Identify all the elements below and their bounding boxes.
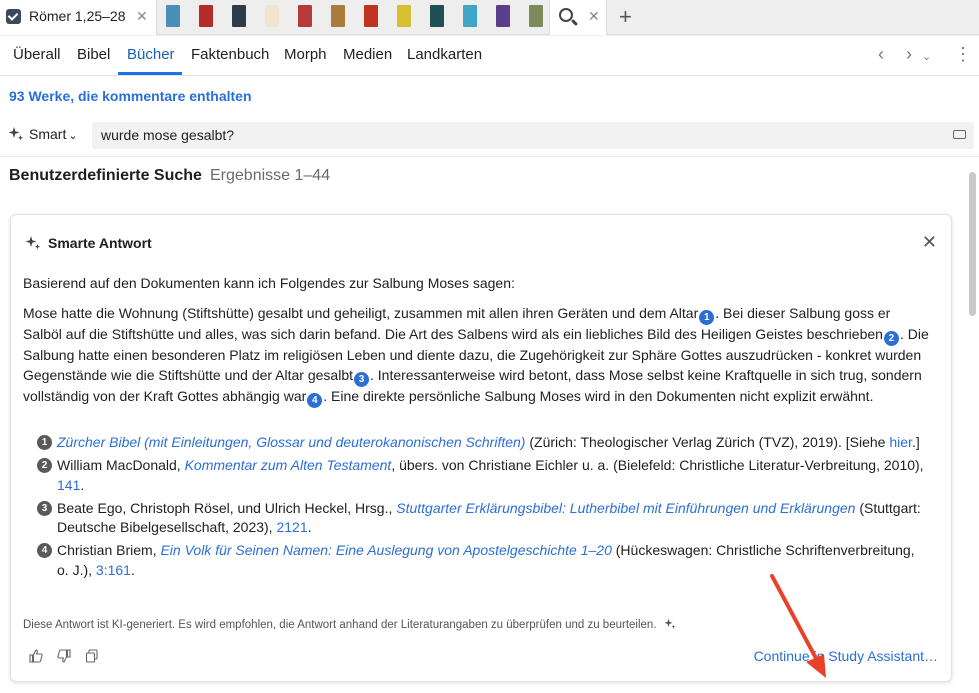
reference-tail: .] xyxy=(911,434,920,450)
results-range: Ergebnisse 1–44 xyxy=(210,167,331,184)
book-tab-icon[interactable] xyxy=(331,5,345,27)
active-tab-indicator xyxy=(118,72,182,75)
reference-title-link[interactable]: Stuttgarter Erklärungsbibel: Lutherbibel… xyxy=(396,500,855,516)
answer-segment: . Eine direkte persönliche Salbung Moses… xyxy=(323,387,874,404)
chevron-down-icon[interactable]: ⌄ xyxy=(922,50,931,63)
citation-badge[interactable]: 1 xyxy=(699,310,715,325)
tab-ueberall[interactable]: Überall xyxy=(13,46,61,63)
chevron-down-icon: ⌄ xyxy=(68,130,78,142)
smart-mode-label: Smart xyxy=(29,126,67,142)
thumbs-down-icon[interactable] xyxy=(57,649,71,663)
book-tab-icon[interactable] xyxy=(529,5,543,27)
works-filter-link[interactable]: 93 Werke, die kommentare enthalten xyxy=(9,88,252,104)
reference-authors: Beate Ego, Christoph Rösel, und Ulrich H… xyxy=(57,499,397,516)
book-tab-icon[interactable] xyxy=(496,5,510,27)
tab-landkarten[interactable]: Landkarten xyxy=(407,46,482,63)
citation-badge[interactable]: 2 xyxy=(883,331,899,346)
book-tab-icon[interactable] xyxy=(166,5,180,27)
smart-answer-heading: Smarte Antwort xyxy=(25,235,152,251)
forward-icon[interactable]: › xyxy=(906,44,912,65)
reference-page-link[interactable]: 2121 xyxy=(276,519,307,535)
reference-details: , übers. von Christiane Eichler u. a. (B… xyxy=(391,457,924,473)
answer-intro: Basierend auf den Dokumenten kann ich Fo… xyxy=(23,275,515,291)
answer-segment: Mose hatte die Wohnung (Stiftshütte) ges… xyxy=(23,305,699,321)
reference-details: (Zürich: Theologischer Verlag Zürich (TV… xyxy=(525,434,890,450)
reference-number: 3 xyxy=(37,500,52,516)
book-tab-icon[interactable] xyxy=(397,5,411,27)
tab-morph[interactable]: Morph xyxy=(284,46,327,63)
reference-page-link[interactable]: 141 xyxy=(57,477,80,493)
close-icon[interactable]: ✕ xyxy=(922,232,937,253)
book-tab-icon[interactable] xyxy=(199,5,213,27)
results-title: Benutzerdefinierte Suche xyxy=(9,167,202,184)
more-icon[interactable]: ⋮ xyxy=(954,44,972,65)
reference-list: 1 Zürcher Bibel (mit Einleitungen, Glossa… xyxy=(37,433,927,584)
divider xyxy=(0,156,979,157)
book-tab-icon[interactable] xyxy=(463,5,477,27)
close-icon[interactable]: ✕ xyxy=(136,8,148,25)
citation-badge[interactable]: 4 xyxy=(307,392,323,408)
reference-title-link[interactable]: Kommentar zum Alten Testament xyxy=(185,457,392,473)
ai-disclaimer: Diese Antwort ist KI-generiert. Es wird … xyxy=(23,618,676,633)
tab-strip: Römer 1,25–28 ✕ ✕ + xyxy=(0,0,979,35)
reference-title-link[interactable]: Zürcher Bibel (mit Einleitungen, Glossar… xyxy=(57,434,525,450)
reference-item: 1 Zürcher Bibel (mit Einleitungen, Glossa… xyxy=(37,433,927,453)
tab-buecher[interactable]: Bücher xyxy=(127,46,175,63)
book-tab-icon[interactable] xyxy=(298,5,312,27)
reference-number: 4 xyxy=(37,543,52,558)
book-tab-icon[interactable] xyxy=(232,5,246,27)
reference-page-link[interactable]: hier xyxy=(889,434,912,450)
reference-item: 3 Beate Ego, Christoph Rösel, und Ulrich … xyxy=(37,499,927,538)
close-icon[interactable]: ✕ xyxy=(588,8,600,25)
search-icon xyxy=(559,8,573,22)
reference-title-link[interactable]: Ein Volk für Seinen Namen: Eine Auslegun… xyxy=(160,542,611,558)
smart-mode-dropdown[interactable]: Smart ⌄ xyxy=(8,126,78,146)
reference-tail: . xyxy=(130,561,135,578)
tab-title: Römer 1,25–28 xyxy=(29,8,126,24)
sparkle-icon xyxy=(8,126,24,142)
reference-page-link[interactable]: 3:161 xyxy=(96,562,131,578)
book-tab-icon[interactable] xyxy=(265,5,279,27)
reference-tail: . xyxy=(80,476,85,493)
annotation-arrow-icon xyxy=(770,574,826,678)
disclaimer-text: Diese Antwort ist KI-generiert. Es wird … xyxy=(23,619,657,631)
sparkle-icon xyxy=(664,618,676,633)
search-query: wurde mose gesalbt? xyxy=(101,127,235,143)
tab-bibel[interactable]: Bibel xyxy=(77,46,110,63)
search-panel: Überall Bibel Bücher Faktenbuch Morph Me… xyxy=(0,36,979,693)
reference-tail: . xyxy=(307,519,312,535)
new-tab-button[interactable]: + xyxy=(619,4,632,30)
copy-icon[interactable] xyxy=(85,649,99,663)
book-tab-icon[interactable] xyxy=(430,5,444,27)
search-nav: Überall Bibel Bücher Faktenbuch Morph Me… xyxy=(0,36,979,76)
reference-number: 2 xyxy=(37,458,52,473)
tab-search[interactable]: ✕ xyxy=(549,0,607,35)
thumbs-up-icon[interactable] xyxy=(29,649,43,663)
reference-authors: Christian Briem, xyxy=(57,542,161,558)
reference-authors: William MacDonald, xyxy=(57,457,185,473)
sparkle-icon xyxy=(25,235,41,251)
smart-answer-title: Smarte Antwort xyxy=(48,235,152,251)
tab-active[interactable]: Römer 1,25–28 ✕ xyxy=(0,0,157,35)
search-input[interactable]: wurde mose gesalbt? xyxy=(92,122,974,149)
checkbox-icon xyxy=(6,9,21,24)
scrollbar[interactable] xyxy=(969,172,976,316)
answer-body: Mose hatte die Wohnung (Stiftshütte) ges… xyxy=(23,304,933,408)
reference-item: 2 William MacDonald, Kommentar zum Alten … xyxy=(37,456,927,495)
tab-faktenbuch[interactable]: Faktenbuch xyxy=(191,46,269,63)
tab-medien[interactable]: Medien xyxy=(343,46,392,63)
keyboard-icon[interactable] xyxy=(953,130,966,139)
back-icon[interactable]: ‹ xyxy=(878,44,884,65)
citation-badge[interactable]: 3 xyxy=(354,371,369,387)
book-tab-icon[interactable] xyxy=(364,5,378,27)
reference-number: 1 xyxy=(37,435,52,450)
